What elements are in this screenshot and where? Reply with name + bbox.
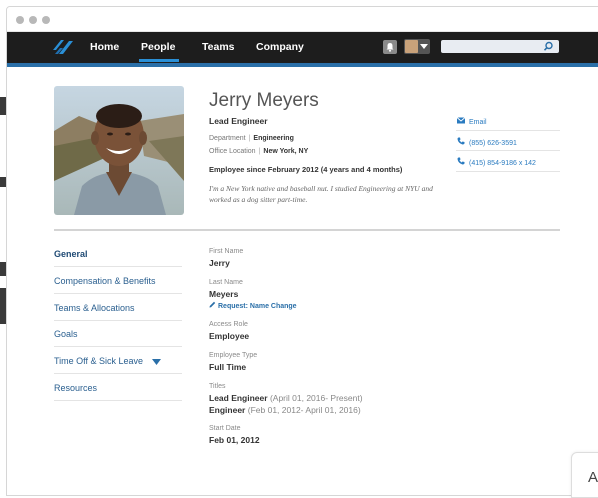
sidebar-divider — [54, 373, 182, 374]
department-label: Department — [209, 135, 246, 142]
phone-icon — [457, 137, 465, 145]
sidebar-divider — [54, 293, 182, 294]
avatar — [405, 40, 418, 53]
title-name: Engineer — [209, 405, 246, 415]
contact-divider — [456, 171, 560, 172]
bell-icon — [386, 43, 394, 52]
phone-link[interactable]: (855) 626-3591 — [456, 137, 560, 147]
nav-company[interactable]: Company — [256, 41, 304, 53]
phone-ext-link[interactable]: (415) 854-9186 x 142 — [456, 157, 560, 167]
title-entry: Engineer (Feb 01, 2012- April 01, 2016) — [209, 405, 361, 415]
navbar-accent-bar — [7, 63, 598, 67]
title-dates: (Feb 01, 2012- April 01, 2016) — [247, 405, 361, 415]
first-name-value: Jerry — [209, 258, 230, 268]
title-entry: Lead Engineer (April 01, 2016- Present) — [209, 393, 363, 403]
contact-divider — [456, 130, 560, 131]
nav-home[interactable]: Home — [90, 41, 119, 53]
sidebar-divider — [54, 400, 182, 401]
access-role-label: Access Role — [209, 321, 248, 328]
profile-name: Jerry Meyers — [209, 90, 319, 111]
phone-ext-number: (415) 854-9186 x 142 — [469, 160, 536, 167]
employee-type-value: Full Time — [209, 362, 247, 372]
app-logo-icon[interactable] — [52, 38, 74, 56]
sidebar-divider — [54, 320, 182, 321]
contact-divider — [456, 150, 560, 151]
nav-active-indicator — [139, 59, 179, 62]
pencil-icon — [209, 301, 216, 308]
sidebar-item-general[interactable]: General — [54, 249, 88, 259]
start-date-label: Start Date — [209, 425, 241, 432]
phone-icon — [457, 157, 465, 165]
sidebar-item-teams[interactable]: Teams & Allocations — [54, 303, 135, 313]
profile-bio: I'm a New York native and baseball nut. … — [209, 184, 433, 204]
employee-type-label: Employee Type — [209, 352, 258, 359]
phone-number: (855) 626-3591 — [469, 140, 517, 147]
title-name: Lead Engineer — [209, 393, 268, 403]
request-name-change-link[interactable]: Request: Name Change — [209, 301, 297, 310]
profile-photo — [54, 86, 184, 215]
window-dot[interactable] — [42, 16, 50, 24]
window-title-bar — [7, 7, 598, 32]
email-link[interactable]: Email — [456, 117, 560, 126]
nav-people[interactable]: People — [141, 41, 175, 53]
nav-teams[interactable]: Teams — [202, 41, 235, 53]
sidebar-item-label: Time Off & Sick Leave — [54, 356, 144, 366]
window-dot[interactable] — [29, 16, 37, 24]
overlapping-window-letter: A — [588, 469, 598, 486]
section-divider — [54, 229, 560, 231]
start-date-value: Feb 01, 2012 — [209, 435, 260, 445]
access-role-value: Employee — [209, 331, 250, 341]
profile-photo-image — [54, 86, 184, 215]
sidebar-item-compensation[interactable]: Compensation & Benefits — [54, 276, 156, 286]
email-label: Email — [469, 119, 487, 126]
sidebar-item-goals[interactable]: Goals — [54, 329, 78, 339]
overlapping-window[interactable]: A — [571, 452, 598, 498]
last-name-label: Last Name — [209, 279, 243, 286]
request-link-label: Request: Name Change — [218, 303, 297, 310]
window-dot[interactable] — [16, 16, 24, 24]
department-row: Department | Engineering — [209, 135, 294, 142]
notifications-button[interactable] — [383, 40, 397, 54]
search-input[interactable] — [441, 40, 559, 53]
titles-label: Titles — [209, 383, 226, 390]
chevron-down-icon[interactable] — [151, 358, 161, 365]
chevron-down-icon — [420, 44, 428, 49]
sidebar-divider — [54, 266, 182, 267]
browser-window: Home People Teams Company Jerry Meyers L… — [6, 6, 598, 496]
first-name-label: First Name — [209, 248, 244, 255]
employee-since: Employee since February 2012 (4 years an… — [209, 165, 403, 174]
location-value: New York, NY — [263, 148, 309, 155]
top-navbar: Home People Teams Company — [7, 32, 598, 63]
sidebar-item-time-off[interactable]: Time Off & Sick Leave — [54, 356, 161, 366]
department-value: Engineering — [253, 135, 294, 142]
last-name-value: Meyers — [209, 289, 239, 299]
sidebar-item-resources[interactable]: Resources — [54, 383, 97, 393]
title-dates: (April 01, 2016- Present) — [269, 393, 363, 403]
search-icon[interactable] — [543, 41, 554, 52]
profile-title: Lead Engineer — [209, 116, 268, 126]
sidebar-divider — [54, 346, 182, 347]
email-icon — [456, 117, 466, 124]
user-menu-button[interactable] — [404, 39, 430, 54]
location-row: Office Location | New York, NY — [209, 148, 309, 155]
location-label: Office Location — [209, 148, 256, 155]
